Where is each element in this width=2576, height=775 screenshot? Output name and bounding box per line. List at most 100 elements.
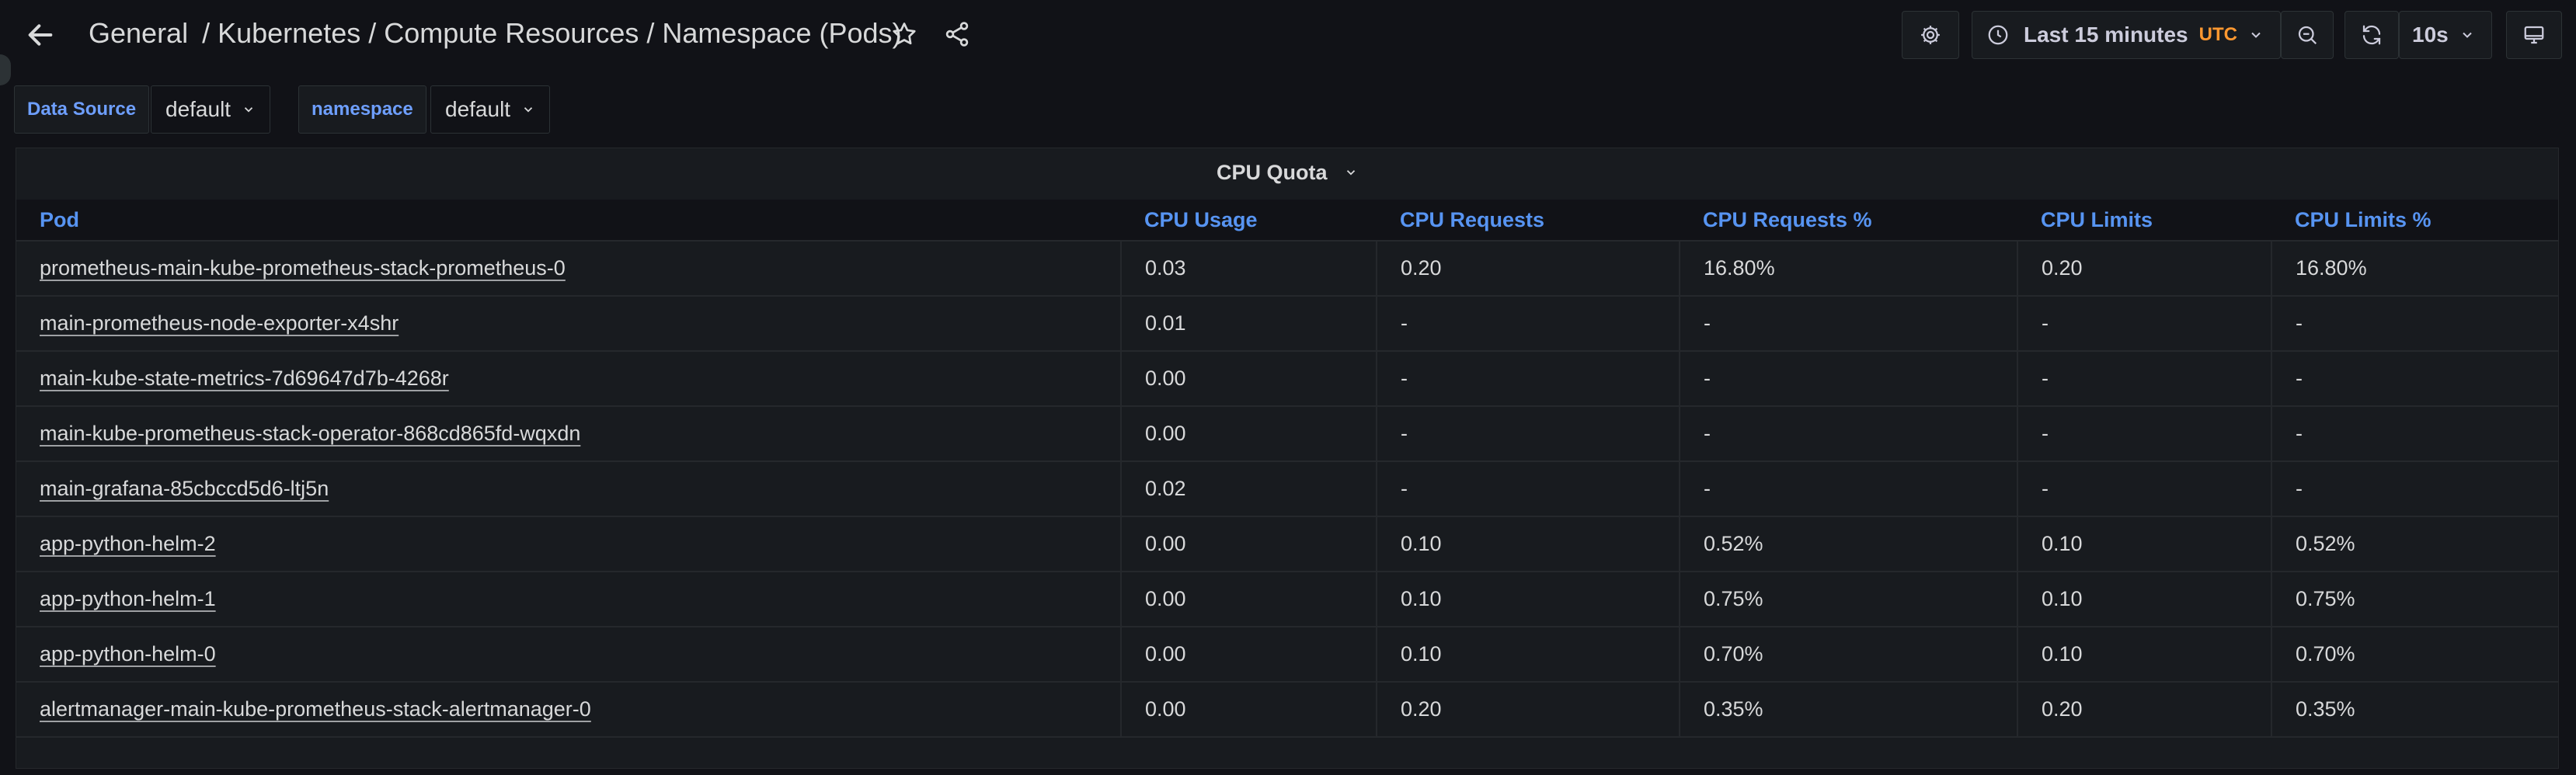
table-cell: - (1377, 461, 1680, 517)
back-button[interactable] (17, 14, 64, 56)
panel-title[interactable]: CPU Quota (16, 161, 2558, 185)
pod-link-cell[interactable]: main-grafana-85cbccd5d6-ltj5n (16, 461, 1122, 517)
column-header[interactable]: CPU Usage (1121, 200, 1377, 242)
table-cell: - (2271, 351, 2558, 407)
pod-link[interactable]: main-kube-prometheus-stack-operator-868c… (40, 422, 580, 445)
dashboard-settings-button[interactable] (1902, 11, 1959, 59)
time-range-picker[interactable]: Last 15 minutes UTC (1972, 11, 2281, 59)
table-cell: 0.10 (2017, 627, 2272, 683)
table-cell: 0.20 (2017, 241, 2272, 297)
tv-mode-button[interactable] (2506, 11, 2562, 59)
table-cell: 0.00 (1121, 572, 1377, 627)
table-cell: 0.35% (2271, 682, 2558, 738)
table-cell: 0.35% (1680, 682, 2018, 738)
column-header[interactable]: CPU Limits (2017, 200, 2271, 242)
table-cell: - (1680, 296, 2018, 352)
sidebar-toggle-handle[interactable] (0, 54, 11, 85)
table-cell: - (2017, 296, 2272, 352)
datasource-select[interactable]: default (151, 85, 271, 134)
table-cell: 0.02 (1121, 461, 1377, 517)
refresh-button[interactable] (2345, 11, 2399, 59)
favorite-button[interactable] (890, 20, 921, 51)
table-cell: 0.70% (1680, 627, 2018, 683)
timezone-label: UTC (2198, 24, 2237, 45)
column-header[interactable]: CPU Requests (1377, 200, 1680, 242)
table-cell: - (2017, 351, 2272, 407)
namespace-value: default (445, 97, 511, 121)
table-cell: - (2271, 406, 2558, 462)
table-cell: - (1680, 351, 2018, 407)
pod-link-cell[interactable]: app-python-helm-2 (16, 516, 1122, 572)
gear-icon (1921, 26, 1940, 44)
table-cell: - (2017, 406, 2272, 462)
refresh-interval-picker[interactable]: 10s (2399, 11, 2492, 59)
table-cell: - (1680, 406, 2018, 462)
table-cell: 0.10 (2017, 516, 2272, 572)
pod-link-cell[interactable]: main-prometheus-node-exporter-x4shr (16, 296, 1122, 352)
column-header[interactable]: CPU Limits % (2271, 200, 2558, 242)
column-header[interactable]: CPU Requests % (1680, 200, 2017, 242)
pod-link-cell[interactable]: alertmanager-main-kube-prometheus-stack-… (16, 682, 1122, 738)
pod-link[interactable]: main-kube-state-metrics-7d69647d7b-4268r (40, 367, 449, 390)
share-icon (945, 22, 969, 47)
table-cell: 0.00 (1121, 627, 1377, 683)
zoom-out-button[interactable] (2281, 11, 2334, 59)
breadcrumb-dashboard-title[interactable]: / Kubernetes / Compute Resources / Names… (202, 17, 901, 49)
pod-link[interactable]: alertmanager-main-kube-prometheus-stack-… (40, 697, 591, 721)
table-row: main-grafana-85cbccd5d6-ltj5n 0.02- - - - (16, 461, 2558, 517)
refresh-icon (2362, 25, 2381, 45)
pod-link-cell[interactable]: app-python-helm-1 (16, 572, 1122, 627)
table-cell: - (1377, 296, 1680, 352)
cpu-quota-table: Pod CPU Usage CPU Requests CPU Requests % CP… (16, 200, 2558, 738)
table-cell: - (2017, 461, 2272, 517)
table-cell: 0.03 (1121, 241, 1377, 297)
pod-link[interactable]: app-python-helm-0 (40, 642, 216, 666)
table-cell: 0.00 (1121, 351, 1377, 407)
chevron-down-icon (2463, 32, 2472, 38)
refresh-interval-label: 10s (2412, 23, 2449, 47)
pod-link-cell[interactable]: main-kube-prometheus-stack-operator-868c… (16, 406, 1122, 462)
table-cell: 16.80% (1680, 241, 2018, 297)
table-cell: 0.01 (1121, 296, 1377, 352)
table-cell: 0.20 (1377, 682, 1680, 738)
pod-link[interactable]: main-grafana-85cbccd5d6-ltj5n (40, 477, 329, 500)
table-cell: 0.00 (1121, 682, 1377, 738)
table-cell: 16.80% (2271, 241, 2558, 297)
table-cell: - (2271, 461, 2558, 517)
table-cell: 0.52% (1680, 516, 2018, 572)
clock-icon (1988, 25, 2008, 45)
chevron-down-icon (1346, 170, 1356, 176)
pod-link[interactable]: prometheus-main-kube-prometheus-stack-pr… (40, 256, 566, 280)
table-cell: 0.00 (1121, 516, 1377, 572)
pod-link[interactable]: main-prometheus-node-exporter-x4shr (40, 311, 399, 335)
time-range-label: Last 15 minutes (2024, 23, 2188, 47)
table-row: app-python-helm-0 0.00 0.10 0.70% 0.10 0.70% (16, 627, 2558, 683)
pod-link[interactable]: app-python-helm-1 (40, 587, 216, 610)
table-cell: - (1377, 406, 1680, 462)
table-cell: - (2271, 296, 2558, 352)
column-header[interactable]: Pod (16, 200, 1121, 242)
table-cell: 0.75% (1680, 572, 2018, 627)
pod-link-cell[interactable]: prometheus-main-kube-prometheus-stack-pr… (16, 241, 1122, 297)
namespace-select[interactable]: default (430, 85, 551, 134)
table-row: main-kube-state-metrics-7d69647d7b-4268r… (16, 351, 2558, 407)
variable-label-datasource: Data Source (14, 85, 150, 134)
table-cell: 0.52% (2271, 516, 2558, 572)
pod-link-cell[interactable]: main-kube-state-metrics-7d69647d7b-4268r (16, 351, 1122, 407)
pod-link[interactable]: app-python-helm-2 (40, 532, 216, 555)
table-cell: 0.00 (1121, 406, 1377, 462)
share-button[interactable] (943, 20, 974, 51)
chevron-down-icon (244, 107, 253, 113)
top-navbar: General / Kubernetes / Compute Resources… (0, 0, 2576, 70)
table-row: app-python-helm-1 0.00 0.10 0.75% 0.10 0.75% (16, 572, 2558, 627)
table-header-row: Pod CPU Usage CPU Requests CPU Requests % CP… (16, 200, 2558, 242)
monitor-icon (2524, 26, 2544, 44)
pod-link-cell[interactable]: app-python-helm-0 (16, 627, 1122, 683)
table-cell: 0.10 (1377, 516, 1680, 572)
table-row: main-kube-prometheus-stack-operator-868c… (16, 406, 2558, 462)
breadcrumb-folder[interactable]: General (89, 17, 188, 49)
table-cell: 0.20 (2017, 682, 2272, 738)
table-cell: 0.10 (1377, 627, 1680, 683)
zoom-out-icon (2298, 26, 2317, 45)
chevron-down-icon (524, 107, 533, 113)
